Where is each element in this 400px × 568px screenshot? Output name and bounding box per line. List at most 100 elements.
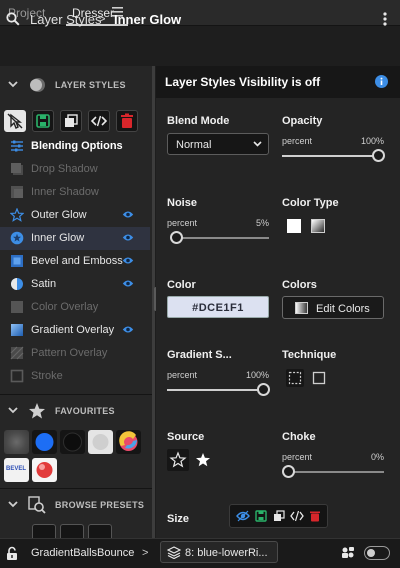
gradient-color-type-icon[interactable] — [311, 219, 325, 233]
code-icon[interactable] — [290, 510, 304, 522]
opacity-slider-fill — [282, 155, 378, 157]
chevron-down-icon[interactable] — [8, 81, 18, 88]
star-outline-icon — [10, 208, 24, 222]
stroke-icon — [10, 369, 24, 383]
bevel-logo-text: BEVEL — [6, 466, 27, 472]
layer-style-item[interactable]: Inner Glow — [0, 227, 150, 250]
noise-label: Noise — [167, 197, 197, 209]
favourites-title: FAVOURITES — [55, 406, 115, 416]
visibility-eye-icon[interactable] — [122, 279, 134, 288]
favourite-swatch-bevel[interactable]: BEVEL — [4, 458, 29, 482]
breadcrumb-inner-glow: Inner Glow — [114, 12, 182, 27]
layer-styles-section-header[interactable]: LAYER STYLES — [0, 70, 152, 100]
more-options-icon[interactable] — [382, 12, 388, 26]
layer-style-label: Inner Glow — [31, 232, 85, 244]
gradient-editor-icon — [295, 302, 308, 314]
chevron-down-icon[interactable] — [8, 501, 18, 508]
layer-style-item[interactable]: Stroke — [0, 365, 150, 388]
layer-style-label: Gradient Overlay — [31, 324, 115, 336]
document-name[interactable]: GradientBallsBounce — [31, 547, 134, 559]
layer-style-item[interactable]: Gradient Overlay — [0, 319, 150, 342]
layer-style-item[interactable]: Outer Glow — [0, 204, 150, 227]
choke-slider-knob[interactable] — [282, 465, 295, 478]
layers-icon — [167, 546, 181, 559]
layer-style-item[interactable]: Satin — [0, 273, 150, 296]
noise-slider-track[interactable] — [171, 237, 269, 239]
opacity-label: Opacity — [282, 115, 323, 127]
toggle-switch[interactable] — [364, 546, 390, 560]
blend-mode-select[interactable]: Normal — [167, 133, 269, 155]
layer-style-item[interactable]: Color Overlay — [0, 296, 150, 319]
save-icon[interactable] — [32, 110, 54, 132]
lock-icon[interactable] — [6, 546, 18, 561]
opacity-value: 100% — [360, 136, 384, 146]
preset-folder-icon[interactable] — [60, 524, 84, 538]
edit-colors-button[interactable]: Edit Colors — [282, 296, 384, 319]
layer-style-item[interactable]: Inner Shadow — [0, 181, 150, 204]
preset-folder-icon[interactable] — [88, 524, 112, 538]
visibility-eye-icon[interactable] — [122, 210, 134, 219]
noise-unit: percent — [167, 218, 198, 228]
color-type-label: Color Type — [282, 197, 339, 209]
search-icon[interactable] — [6, 12, 20, 26]
section-divider — [0, 488, 152, 489]
copy-style-icon[interactable] — [60, 110, 82, 132]
favourite-swatch-rainbow[interactable] — [116, 430, 141, 454]
browse-presets-section-header[interactable]: BROWSE PRESETS — [0, 490, 152, 520]
technique-softer-button[interactable] — [286, 369, 304, 387]
choke-slider-track[interactable] — [288, 471, 384, 473]
color-swatch-field[interactable]: #DCE1F1 — [167, 296, 269, 318]
drop-shadow-icon — [10, 162, 24, 176]
layer-style-label: Bevel and Emboss — [31, 255, 123, 267]
favourite-swatch-blue[interactable] — [32, 430, 57, 454]
copy-style-icon[interactable] — [273, 510, 285, 522]
opacity-slider-knob[interactable] — [372, 149, 385, 162]
favourite-swatch-grey[interactable] — [4, 430, 29, 454]
layer-style-item[interactable]: Blending Options — [0, 135, 150, 158]
layer-style-item[interactable]: Drop Shadow — [0, 158, 150, 181]
gradient-smoothness-slider-fill — [167, 389, 263, 391]
layer-style-item[interactable]: Pattern Overlay — [0, 342, 150, 365]
visibility-eye-icon[interactable] — [122, 325, 134, 334]
breadcrumb-separator: > — [142, 547, 149, 559]
source-edge-button[interactable] — [167, 449, 189, 471]
delete-icon[interactable] — [116, 110, 138, 132]
edit-colors-label: Edit Colors — [316, 303, 370, 315]
floating-toolbar — [229, 504, 328, 528]
size-label: Size — [167, 513, 190, 525]
layer-styles-title: LAYER STYLES — [55, 80, 126, 90]
visibility-eye-icon[interactable] — [122, 256, 134, 265]
preset-folder-icon[interactable] — [32, 524, 56, 538]
favourite-swatch-red[interactable] — [32, 458, 57, 482]
layer-style-item[interactable]: Bevel and Emboss — [0, 250, 150, 273]
breadcrumb-header — [0, 27, 400, 65]
visibility-eye-icon[interactable] — [236, 510, 250, 522]
favourite-swatch-white[interactable] — [88, 430, 113, 454]
sliders-icon — [10, 139, 24, 153]
delete-icon[interactable] — [309, 510, 321, 522]
noise-value: 5% — [255, 218, 269, 228]
solid-color-type-icon[interactable] — [287, 219, 301, 233]
breadcrumb-layer-styles[interactable]: Layer Styles — [30, 12, 102, 27]
save-icon[interactable] — [255, 510, 267, 522]
star-icon — [28, 402, 46, 420]
noise-slider-knob[interactable] — [170, 231, 183, 244]
chevron-down-icon[interactable] — [8, 407, 18, 414]
info-icon[interactable] — [375, 75, 388, 88]
technique-precise-button[interactable] — [310, 369, 328, 387]
choke-label: Choke — [282, 431, 316, 443]
favourites-section-header[interactable]: FAVOURITES — [0, 396, 152, 426]
select-tool-button[interactable] — [4, 110, 26, 132]
gradient-smoothness-label: Gradient S... — [167, 349, 232, 361]
opacity-unit: percent — [282, 136, 313, 146]
gradient-smoothness-slider-knob[interactable] — [257, 383, 270, 396]
controller-icon[interactable] — [340, 546, 356, 560]
visibility-eye-icon[interactable] — [122, 233, 134, 242]
choke-unit: percent — [282, 452, 313, 462]
code-icon[interactable] — [88, 110, 110, 132]
active-layer-selector[interactable]: 8: blue-lowerRi... — [160, 541, 278, 563]
left-panel: LAYER STYLES Blending Options Drop Shadow… — [0, 66, 152, 538]
source-center-button[interactable] — [192, 449, 214, 471]
favourite-swatch-black[interactable] — [60, 430, 85, 454]
section-divider — [0, 394, 152, 395]
